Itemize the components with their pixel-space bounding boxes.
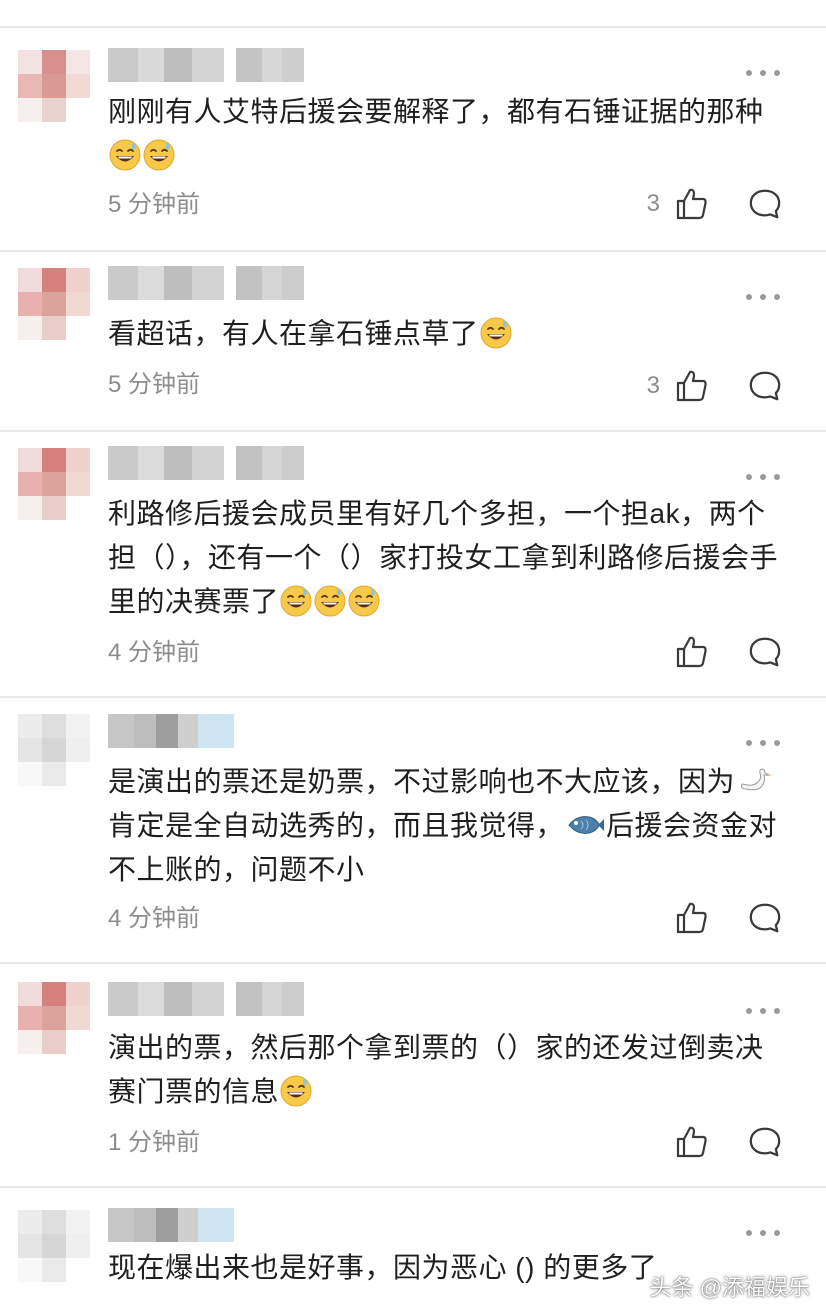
swan-emoji xyxy=(741,768,773,791)
comment-item: 刚刚有人艾特后援会要解释了，都有石锤证据的那种 5 分钟前 3 xyxy=(0,28,826,252)
comment-bubble-icon[interactable] xyxy=(748,1124,782,1160)
comment-time: 4 分钟前 xyxy=(108,639,201,666)
like-count: 3 xyxy=(646,190,660,217)
more-dots-icon[interactable] xyxy=(746,292,780,302)
like-button[interactable] xyxy=(660,1124,710,1160)
avatar[interactable] xyxy=(18,268,90,340)
username-blurred[interactable] xyxy=(108,266,304,300)
like-count: 3 xyxy=(646,372,660,399)
fish-emoji xyxy=(568,816,605,834)
comment-bubble-icon[interactable] xyxy=(748,186,782,222)
more-dots-icon[interactable] xyxy=(746,1228,780,1238)
comment-text: 利路修后援会成员里有好几个多担，一个担ak，两个担（），还有一个（）家打投女工拿… xyxy=(108,498,779,617)
avatar[interactable] xyxy=(18,50,90,122)
comment-time: 1 分钟前 xyxy=(108,1129,201,1156)
grinning-sweat-emoji xyxy=(348,585,380,617)
thumbs-up-icon[interactable] xyxy=(674,186,710,222)
more-dots-icon[interactable] xyxy=(746,738,780,748)
like-button[interactable] xyxy=(660,634,710,670)
like-button[interactable]: 3 xyxy=(647,186,710,222)
comment-item: 利路修后援会成员里有好几个多担，一个担ak，两个担（），还有一个（）家打投女工拿… xyxy=(0,432,826,698)
grinning-sweat-emoji xyxy=(109,139,141,171)
like-button[interactable] xyxy=(660,900,710,936)
comment-bubble-icon[interactable] xyxy=(748,634,782,670)
comment-bubble-icon[interactable] xyxy=(748,900,782,936)
comment-text: 是演出的票还是奶票，不过影响也不大应该，因为 肯定是全自动选秀的，而且我觉得， … xyxy=(108,766,778,885)
thumbs-up-icon[interactable] xyxy=(674,1124,710,1160)
avatar[interactable] xyxy=(18,714,90,786)
comment-feed: 刚刚有人艾特后援会要解释了，都有石锤证据的那种 5 分钟前 3 看超话，有人在拿… xyxy=(0,0,826,1316)
comment-item: 看超话，有人在拿石锤点草了 5 分钟前 3 xyxy=(0,252,826,432)
comment-text: 刚刚有人艾特后援会要解释了，都有石锤证据的那种 xyxy=(108,90,788,178)
comment-time: 4 分钟前 xyxy=(108,905,201,932)
username-blurred[interactable] xyxy=(108,714,234,748)
avatar[interactable] xyxy=(18,1210,90,1282)
comment-bubble-icon[interactable] xyxy=(748,368,782,404)
more-dots-icon[interactable] xyxy=(746,68,780,78)
more-dots-icon[interactable] xyxy=(746,1006,780,1016)
thumbs-up-icon[interactable] xyxy=(674,634,710,670)
more-dots-icon[interactable] xyxy=(746,472,780,482)
grinning-sweat-emoji xyxy=(280,585,312,617)
username-blurred[interactable] xyxy=(108,48,304,82)
comment-item: 演出的票，然后那个拿到票的（）家的还发过倒卖决赛门票的信息 1 分钟前 xyxy=(0,964,826,1188)
comment-item: 是演出的票还是奶票，不过影响也不大应该，因为 肯定是全自动选秀的，而且我觉得， … xyxy=(0,698,826,964)
thumbs-up-icon[interactable] xyxy=(674,368,710,404)
username-blurred[interactable] xyxy=(108,446,304,480)
comment-time: 5 分钟前 xyxy=(108,371,201,398)
like-button[interactable]: 3 xyxy=(647,368,710,404)
username-blurred[interactable] xyxy=(108,1208,234,1242)
avatar[interactable] xyxy=(18,448,90,520)
comment-text: 演出的票，然后那个拿到票的（）家的还发过倒卖决赛门票的信息 xyxy=(108,1032,764,1107)
comment-time: 5 分钟前 xyxy=(108,191,201,218)
grinning-sweat-emoji xyxy=(280,1075,312,1107)
comment-text: 看超话，有人在拿石锤点草了 xyxy=(108,312,788,356)
grinning-sweat-emoji xyxy=(314,585,346,617)
watermark: 头条 @添福娱乐 xyxy=(649,1275,810,1300)
grinning-sweat-emoji xyxy=(143,139,175,171)
username-blurred[interactable] xyxy=(108,982,304,1016)
grinning-sweat-emoji xyxy=(480,317,512,349)
avatar[interactable] xyxy=(18,982,90,1054)
thumbs-up-icon[interactable] xyxy=(674,900,710,936)
